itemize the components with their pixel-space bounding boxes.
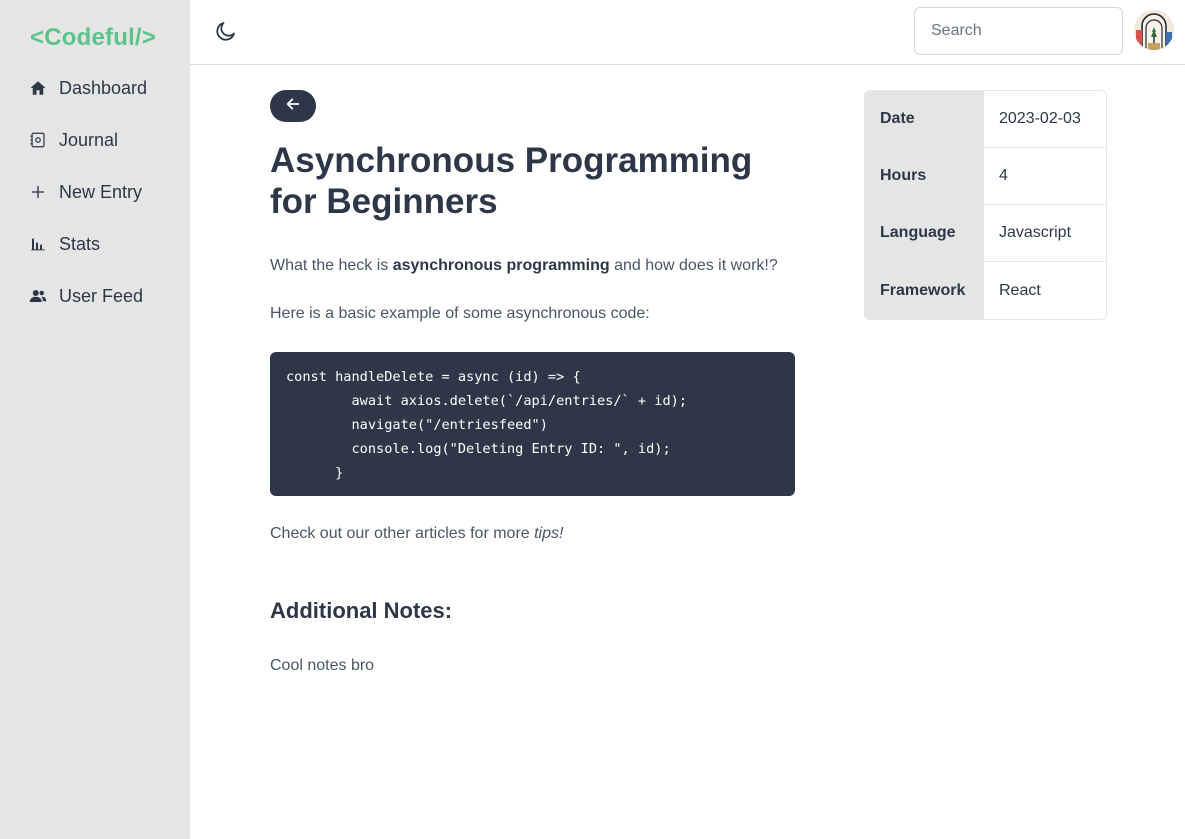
sidebar-item-new-entry[interactable]: New Entry: [28, 177, 142, 207]
entry-details-table: Date 2023-02-03 Hours 4 Language Javascr…: [864, 90, 1107, 320]
outro-paragraph: Check out our other articles for more ti…: [270, 522, 563, 546]
sidebar-item-stats[interactable]: Stats: [28, 229, 100, 259]
sidebar: <Codeful/> Dashboard Journal New Entry S…: [0, 0, 190, 839]
sidebar-item-journal[interactable]: Journal: [28, 125, 118, 155]
app-logo[interactable]: <Codeful/>: [30, 24, 156, 52]
table-row: Framework React: [865, 262, 1106, 319]
detail-key: Hours: [865, 148, 984, 204]
page-title: Asynchronous Programming for Beginners: [270, 141, 753, 221]
detail-key: Date: [865, 91, 984, 147]
home-icon: [28, 78, 48, 98]
users-icon: [28, 286, 48, 306]
avatar[interactable]: [1134, 10, 1174, 50]
search-input[interactable]: [914, 7, 1123, 55]
table-row: Language Javascript: [865, 205, 1106, 262]
sidebar-item-label: Stats: [59, 233, 101, 254]
table-row: Date 2023-02-03: [865, 91, 1106, 148]
sidebar-item-dashboard[interactable]: Dashboard: [28, 73, 147, 103]
detail-value: 4: [984, 148, 1106, 204]
sidebar-item-label: New Entry: [59, 181, 143, 202]
sidebar-item-label: Journal: [59, 129, 119, 150]
example-paragraph: Here is a basic example of some asynchro…: [270, 305, 650, 322]
outro-text: Check out our other articles for more: [270, 525, 535, 542]
intro-text: What the heck is: [270, 257, 393, 274]
intro-bold-text: asynchronous programming: [392, 257, 610, 274]
journal-icon: [28, 130, 48, 150]
detail-value: 2023-02-03: [984, 91, 1106, 147]
sidebar-item-label: User Feed: [59, 285, 144, 306]
back-button[interactable]: [270, 90, 316, 122]
detail-value: Javascript: [984, 205, 1106, 261]
detail-key: Language: [865, 205, 984, 261]
sidebar-item-user-feed[interactable]: User Feed: [28, 281, 143, 311]
detail-value: React: [984, 262, 1106, 319]
detail-key: Framework: [865, 262, 984, 319]
notes-heading: Additional Notes:: [270, 598, 453, 623]
plus-icon: [28, 182, 48, 202]
arrow-left-icon: [285, 96, 301, 117]
sidebar-item-label: Dashboard: [59, 77, 148, 98]
code-block: const handleDelete = async (id) => { awa…: [270, 352, 795, 496]
intro-paragraph: What the heck is asynchronous programmin…: [270, 254, 778, 278]
intro-text-end: and how does it work!?: [609, 257, 778, 274]
moon-icon[interactable]: [214, 19, 238, 43]
table-row: Hours 4: [865, 148, 1106, 205]
bar-chart-icon: [28, 234, 48, 254]
notes-text: Cool notes bro: [270, 657, 375, 674]
outro-italic-text: tips!: [534, 525, 564, 542]
top-bar: [190, 0, 1185, 65]
